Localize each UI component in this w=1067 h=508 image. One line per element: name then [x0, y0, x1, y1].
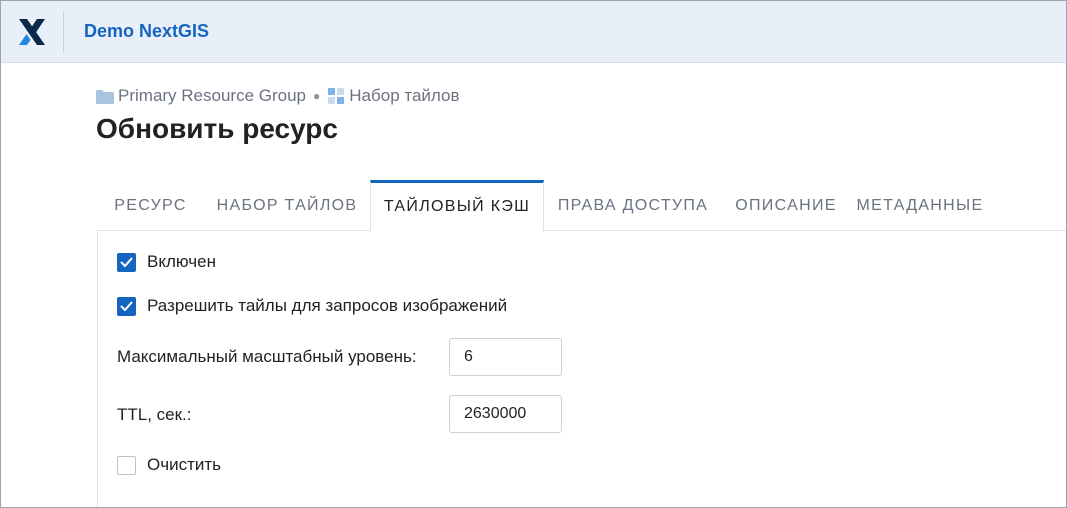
tab-bar: РЕСУРС НАБОР ТАЙЛОВ ТАЙЛОВЫЙ КЭШ ПРАВА Д…: [97, 180, 1066, 232]
image-compat-checkbox[interactable]: [117, 296, 136, 316]
tab-tileset[interactable]: НАБОР ТАЙЛОВ: [204, 180, 370, 231]
flush-row: Очистить: [117, 455, 221, 475]
image-compat-label[interactable]: Разрешить тайлы для запросов изображений: [147, 296, 507, 316]
nextgis-logo-icon[interactable]: [1, 1, 63, 63]
enabled-label[interactable]: Включен: [147, 252, 216, 272]
breadcrumb-label: Набор тайлов: [349, 86, 460, 105]
max-z-label: Максимальный масштабный уровень:: [117, 347, 417, 366]
tab-permissions[interactable]: ПРАВА ДОСТУПА: [544, 180, 722, 231]
app-header: Demo NextGIS: [1, 1, 1066, 63]
breadcrumb-separator: ●: [313, 89, 321, 103]
enabled-checkbox[interactable]: [117, 252, 136, 272]
breadcrumb: Primary Resource Group ● Набор тайлов: [96, 86, 460, 106]
flush-checkbox[interactable]: [117, 455, 136, 475]
page-title: Обновить ресурс: [96, 113, 338, 144]
tab-description[interactable]: ОПИСАНИЕ: [722, 180, 850, 231]
check-icon: [120, 301, 133, 311]
header-divider: [63, 11, 64, 52]
tile-cache-panel: Включен Разрешить тайлы для запросов изо…: [97, 231, 1066, 507]
max-z-input[interactable]: [449, 338, 562, 376]
breadcrumb-item-group[interactable]: Primary Resource Group: [96, 86, 306, 106]
tab-tile-cache[interactable]: ТАЙЛОВЫЙ КЭШ: [370, 180, 544, 232]
tab-metadata[interactable]: МЕТАДАННЫЕ: [850, 180, 990, 231]
tileset-icon: [327, 87, 345, 105]
app-title[interactable]: Demo NextGIS: [84, 21, 209, 42]
tab-resource[interactable]: РЕСУРС: [97, 180, 204, 231]
breadcrumb-label: Primary Resource Group: [118, 86, 307, 105]
breadcrumb-item-tileset[interactable]: Набор тайлов: [327, 86, 460, 106]
flush-label[interactable]: Очистить: [147, 455, 221, 475]
ttl-input[interactable]: [449, 395, 562, 433]
image-compat-row: Разрешить тайлы для запросов изображений: [117, 296, 507, 316]
ttl-label: TTL, сек.:: [117, 405, 192, 424]
enabled-row: Включен: [117, 252, 216, 272]
folder-icon: [96, 89, 114, 104]
check-icon: [120, 257, 133, 267]
